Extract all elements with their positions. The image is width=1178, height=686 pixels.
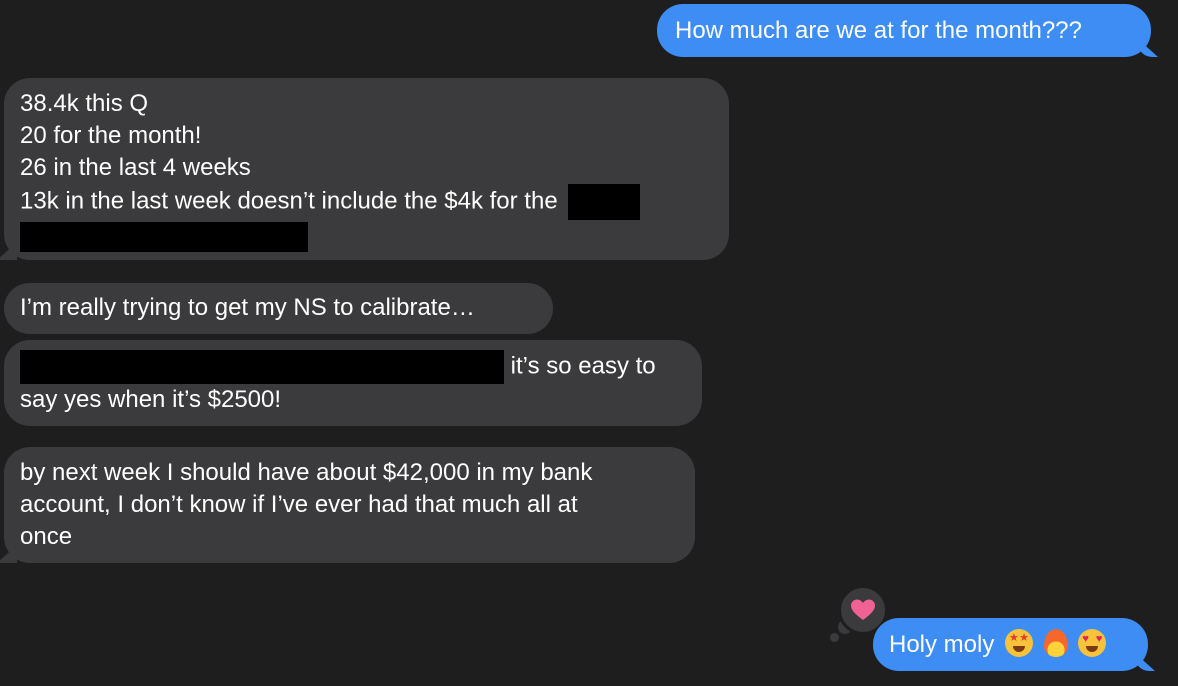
message-line: 26 in the last 4 weeks (20, 154, 251, 181)
message-line-with-redaction: it’s so easy to (20, 350, 686, 384)
heart-eyes-emoji-icon (1078, 629, 1107, 657)
tapback-tail-dot (830, 633, 839, 642)
message-thread: How much are we at for the month??? 38.4… (0, 0, 1178, 686)
message-text: I’m really trying to get my NS to calibr… (20, 294, 475, 321)
received-message-bubble[interactable]: I’m really trying to get my NS to calibr… (4, 283, 553, 334)
received-message-bubble[interactable]: by next week I should have about $42,000… (4, 447, 695, 563)
redaction-block (20, 350, 504, 384)
message-line: account, I don’t know if I’ve ever had t… (20, 491, 578, 518)
message-line-text: 13k in the last week doesn’t include the… (20, 187, 558, 215)
received-message-bubble[interactable]: it’s so easy to say yes when it’s $2500! (4, 340, 702, 426)
sent-message-bubble[interactable]: How much are we at for the month??? (657, 4, 1151, 57)
star-struck-emoji-icon (1005, 629, 1034, 657)
fire-emoji-icon (1043, 629, 1068, 657)
redaction-block (568, 184, 641, 220)
message-line: by next week I should have about $42,000… (20, 459, 593, 486)
heart-icon (851, 599, 875, 620)
message-line: 38.4k this Q (20, 90, 149, 117)
redaction-block (20, 221, 308, 252)
message-line: 20 for the month! (20, 122, 202, 149)
message-line: once (20, 523, 73, 550)
message-line-redacted (20, 220, 713, 252)
message-line-with-redaction: 13k in the last week doesn’t include the… (20, 184, 713, 220)
sent-message-bubble[interactable]: Holy moly (873, 618, 1148, 671)
received-message-bubble[interactable]: 38.4k this Q 20 for the month! 26 in the… (4, 78, 729, 260)
message-text: Holy moly (889, 631, 995, 658)
message-line: say yes when it’s $2500! (20, 386, 282, 413)
message-text-with-emoji: Holy moly (889, 629, 1132, 661)
message-text: How much are we at for the month??? (675, 17, 1082, 44)
message-line-text: it’s so easy to (510, 352, 656, 380)
